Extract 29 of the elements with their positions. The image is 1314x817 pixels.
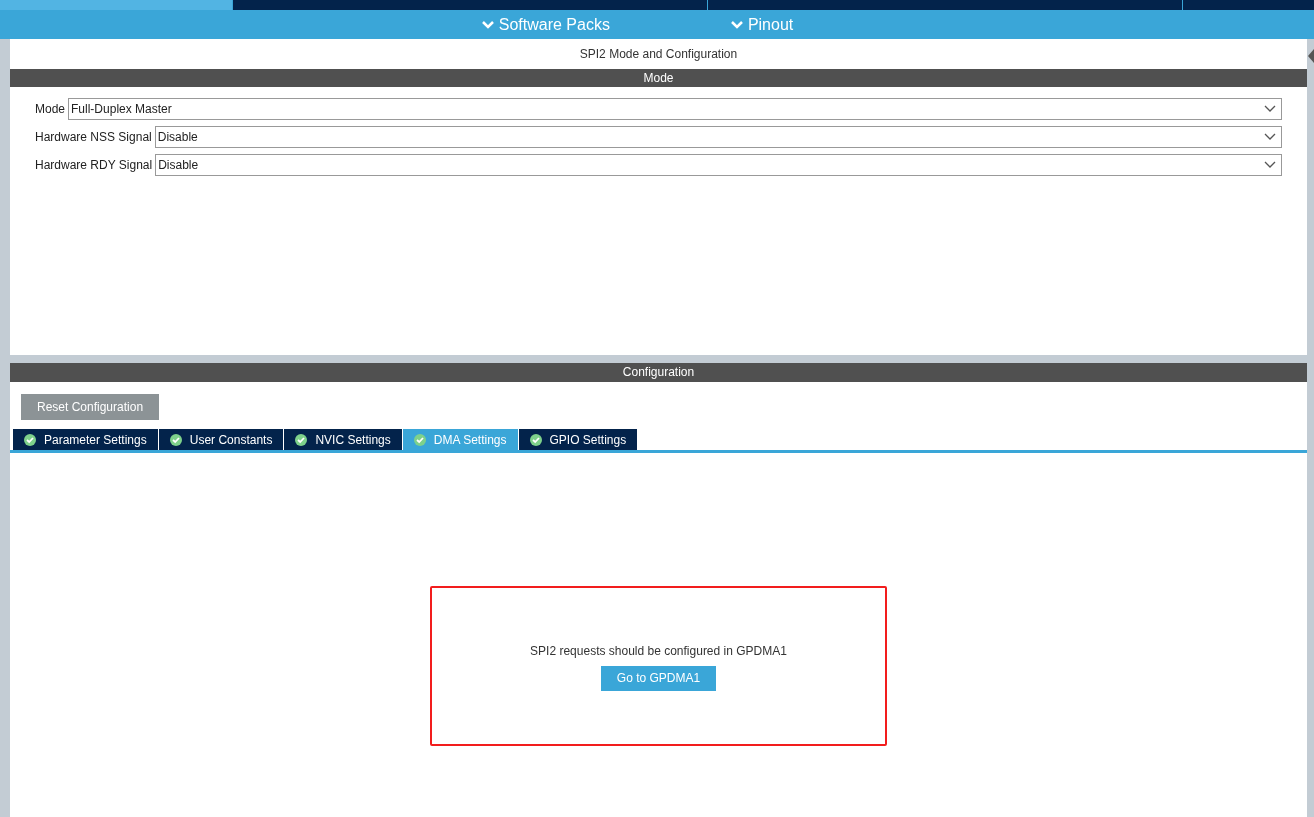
field-label: Mode bbox=[35, 101, 66, 118]
config-tab[interactable]: Parameter Settings bbox=[13, 429, 158, 450]
check-circle-icon bbox=[295, 433, 308, 446]
chevron-down-icon bbox=[480, 19, 495, 30]
chevron-down-icon bbox=[1264, 133, 1276, 141]
top-tab[interactable] bbox=[708, 0, 1182, 10]
message-text: SPI2 requests should be configured in GPDMA1 bbox=[530, 642, 787, 660]
config-tab[interactable]: NVIC Settings bbox=[284, 429, 402, 450]
check-circle-icon bbox=[413, 433, 426, 446]
chevron-down-icon bbox=[1264, 161, 1276, 169]
field-label: Hardware RDY Signal bbox=[35, 157, 153, 174]
panel-title: SPI2 Mode and Configuration bbox=[578, 46, 739, 63]
top-tab[interactable] bbox=[233, 0, 707, 10]
section-header: Mode bbox=[10, 69, 1307, 87]
check-circle-icon bbox=[169, 433, 182, 446]
chevron-down-icon bbox=[1264, 105, 1276, 113]
config-tab[interactable]: GPIO Settings bbox=[518, 429, 638, 450]
config-tab[interactable]: User Constants bbox=[158, 429, 284, 450]
dropdown-field[interactable]: Disable bbox=[155, 154, 1282, 176]
dropdown-field[interactable]: Disable bbox=[154, 126, 1282, 148]
chevron-down-icon bbox=[729, 19, 744, 30]
check-circle-icon bbox=[529, 433, 542, 446]
top-tab[interactable] bbox=[0, 0, 232, 10]
dropdown-field[interactable]: Full-Duplex Master bbox=[68, 98, 1282, 120]
collapse-arrow-icon[interactable] bbox=[1307, 49, 1314, 63]
field-label: Hardware NSS Signal bbox=[35, 129, 152, 146]
top-tab[interactable] bbox=[1183, 0, 1314, 10]
check-circle-icon bbox=[24, 433, 36, 446]
section-header: Configuration bbox=[10, 363, 1307, 382]
